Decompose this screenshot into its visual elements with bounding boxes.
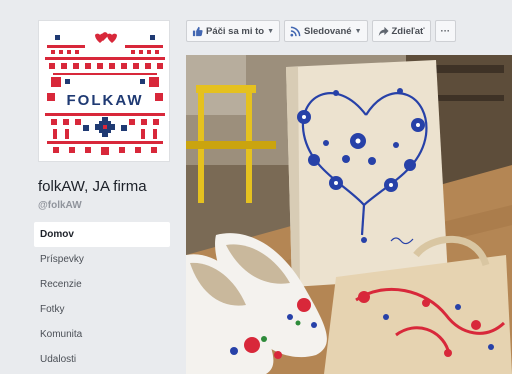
nav-item-posts[interactable]: Príspevky	[34, 247, 170, 272]
nav-item-reviews[interactable]: Recenzie	[34, 272, 170, 297]
thumbs-up-icon	[192, 26, 203, 37]
more-options-button[interactable]: ···	[434, 20, 457, 42]
share-arrow-icon	[378, 26, 389, 37]
nav-item-community[interactable]: Komunita	[34, 322, 170, 347]
cover-photo[interactable]	[186, 55, 512, 374]
page-name[interactable]: folkAW, JA firma	[38, 178, 147, 195]
page-nav: Domov Príspevky Recenzie Fotky Komunita …	[34, 222, 170, 372]
chevron-down-icon: ▼	[354, 27, 362, 35]
share-button[interactable]: Zdieľať	[371, 20, 431, 42]
follow-button[interactable]: Sledované ▼	[284, 20, 368, 42]
nav-item-home[interactable]: Domov	[34, 222, 170, 247]
page-action-bar: Páči sa mi to ▼ Sledované ▼ Zdieľať ···	[186, 20, 457, 42]
left-sidebar: FOLKAW folkAW, JA firma @folkAW Domov Pr…	[0, 0, 178, 374]
profile-picture[interactable]: FOLKAW	[38, 20, 170, 162]
main-column: Páči sa mi to ▼ Sledované ▼ Zdieľať ···	[178, 0, 512, 374]
follow-label: Sledované	[304, 25, 352, 37]
folkaw-logo: FOLKAW	[39, 21, 169, 161]
nav-item-events[interactable]: Udalosti	[34, 347, 170, 372]
cover-photo-image	[186, 55, 512, 374]
nav-item-photos[interactable]: Fotky	[34, 297, 170, 322]
like-button[interactable]: Páči sa mi to ▼	[186, 20, 281, 42]
logo-text: FOLKAW	[67, 92, 144, 109]
page-handle[interactable]: @folkAW	[38, 200, 82, 211]
rss-icon	[290, 26, 301, 37]
chevron-down-icon: ▼	[267, 27, 275, 35]
ellipsis-icon: ···	[440, 25, 451, 37]
share-label: Zdieľať	[391, 25, 425, 37]
like-label: Páči sa mi to	[206, 25, 265, 37]
